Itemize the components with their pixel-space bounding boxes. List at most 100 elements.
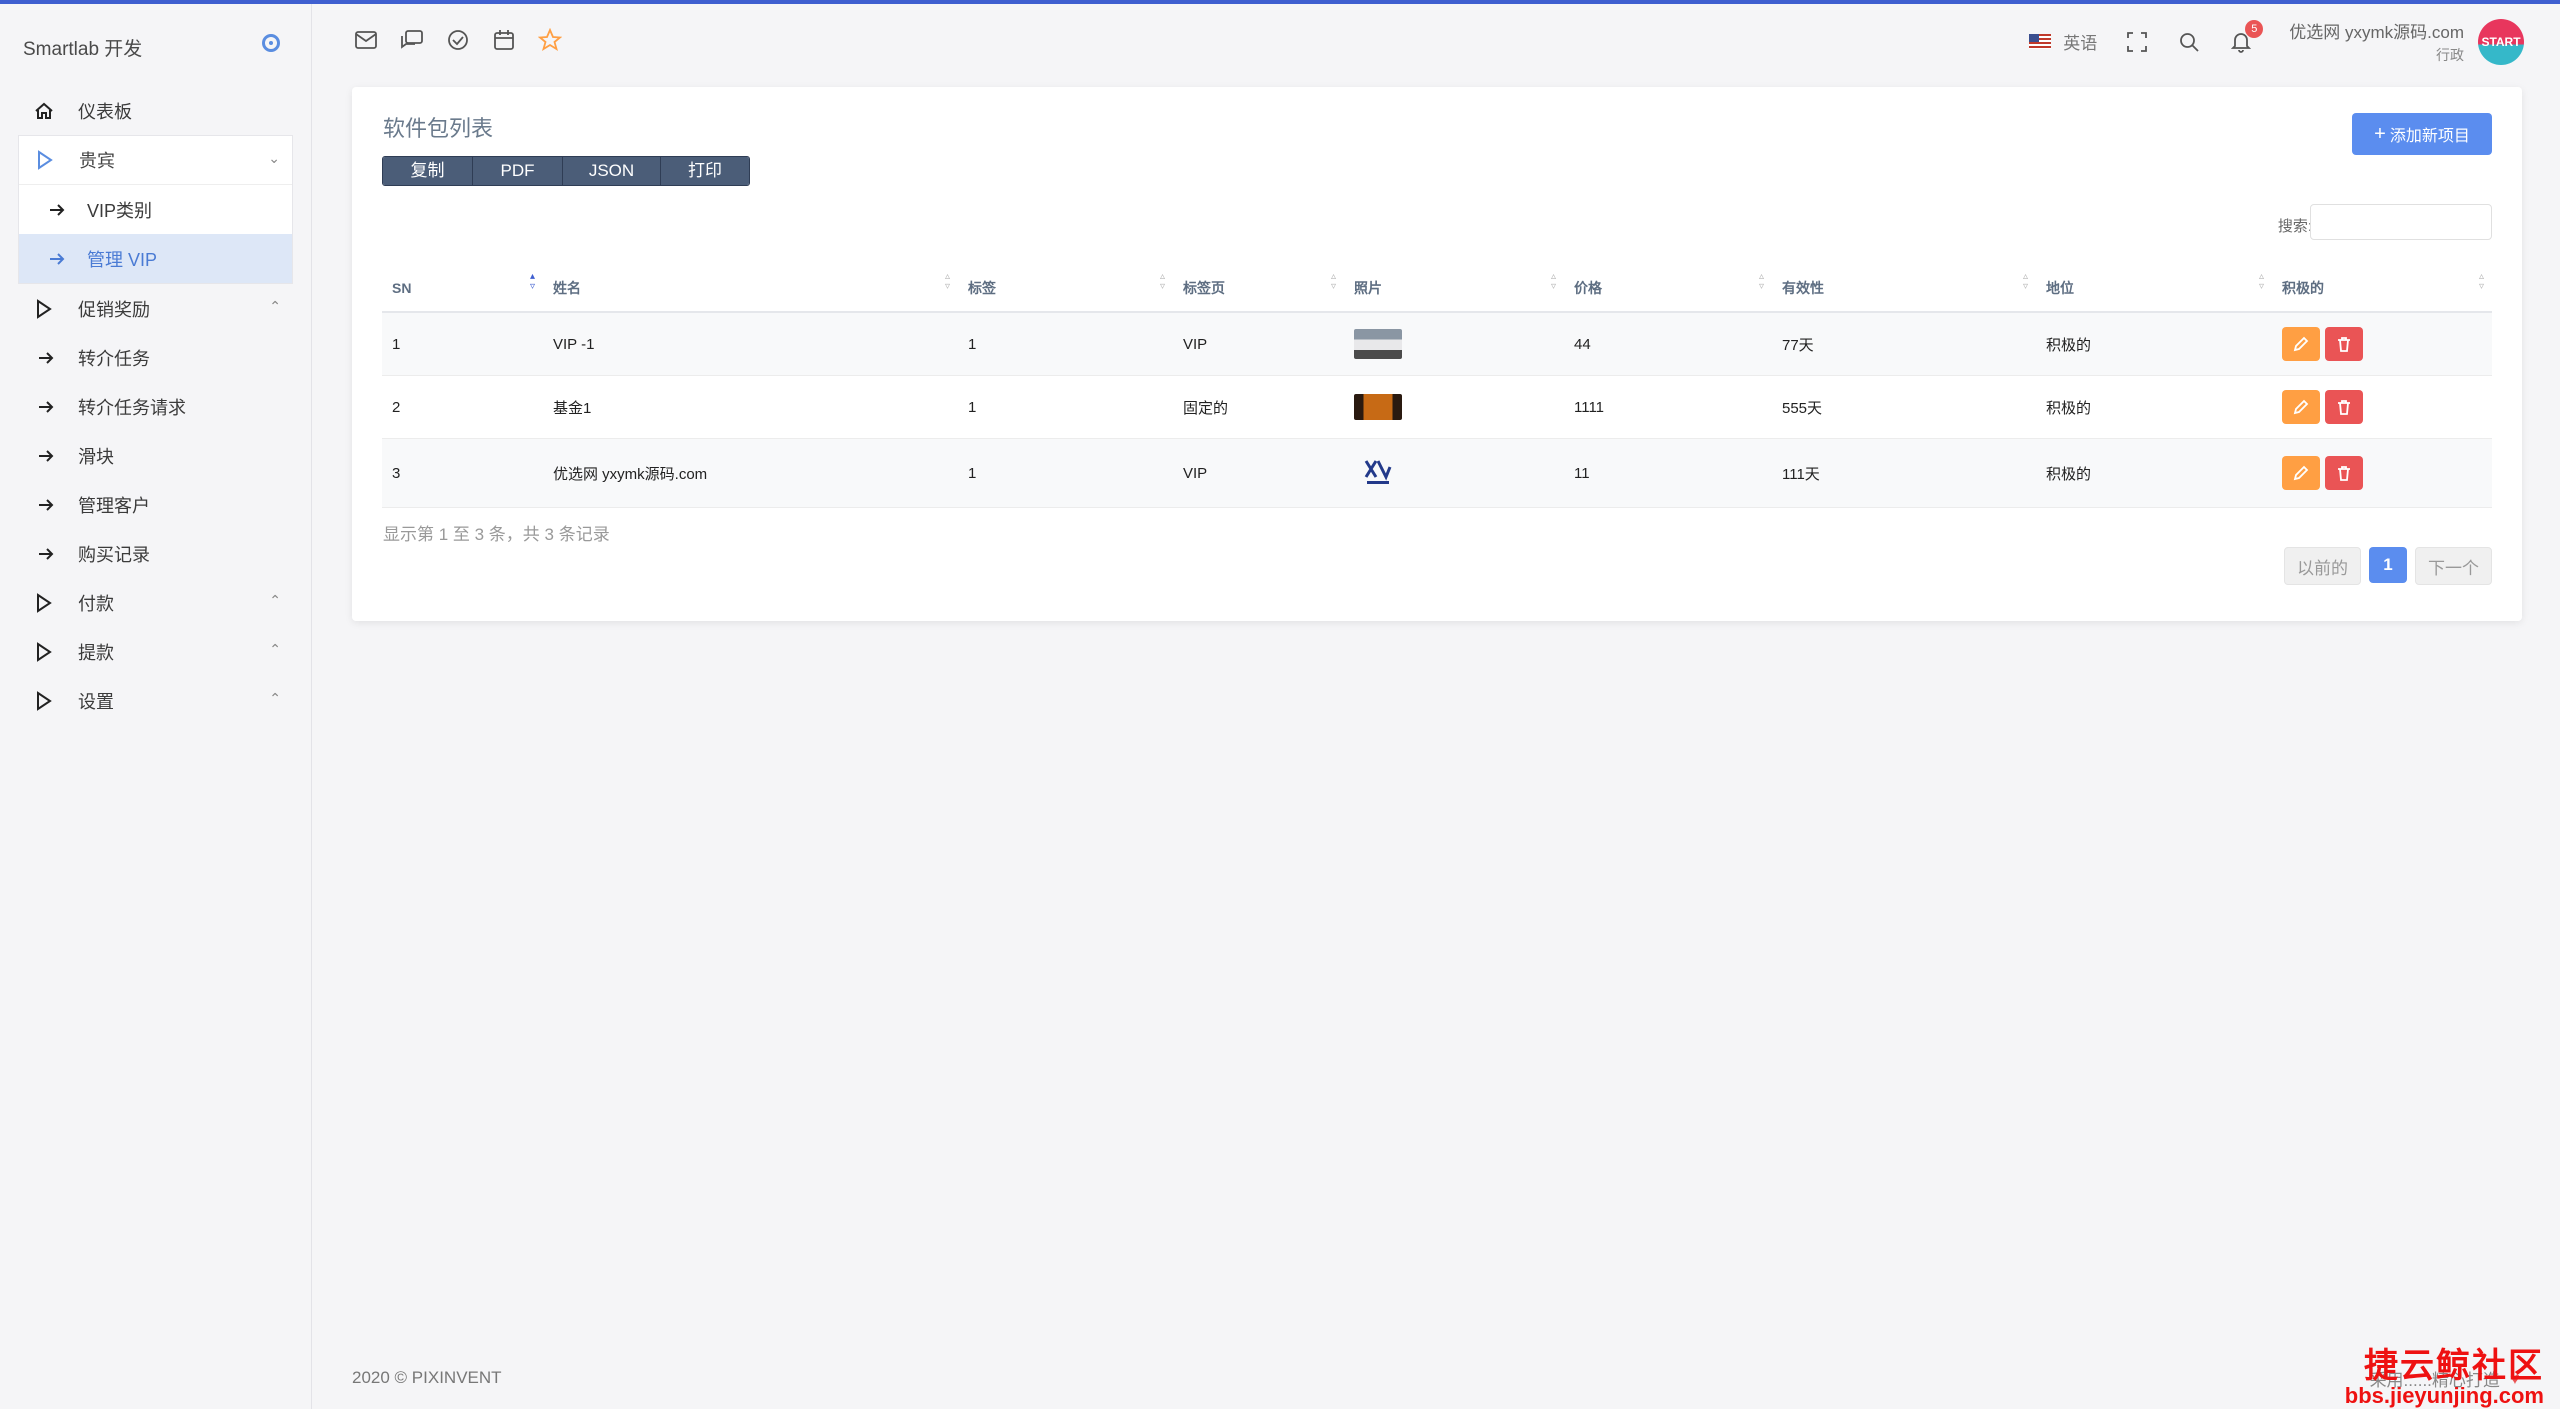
cell-tag: 1 [958,438,1173,508]
json-button[interactable]: JSON [563,157,661,185]
sidebar-item-withdrawal[interactable]: 提款 ⌃ [18,627,293,676]
arrow-right-icon [34,493,58,517]
column-header-validity[interactable]: 有效性 ▵ ▿ [1772,264,2036,313]
cell-name: VIP -1 [543,312,958,376]
user-name: 优选网 yxymk源码.com [2289,23,2464,42]
next-page-button[interactable]: 下一个 [2415,547,2492,585]
edit-button[interactable] [2282,327,2320,361]
delete-button[interactable] [2325,327,2363,361]
arrow-right-icon [34,444,58,468]
cell-price: 1111 [1564,375,1772,439]
sidebar-item-label: 购买记录 [78,544,150,565]
check-circle-icon[interactable] [444,26,472,54]
column-header-name[interactable]: 姓名 ▵ ▿ [543,264,958,313]
package-table: SN ▴ ▿ 姓名 ▵ ▿ 标签 ▵ ▿ 标签页 ▵ ▿ 照片 ▵ ▿ 价格 ▵ ▿ 有效性 ▵ ▿ 地位 ▵… [382,264,2492,508]
print-button[interactable]: 打印 [661,157,749,185]
copy-button[interactable]: 复制 [383,157,473,185]
header-shortcuts [352,26,564,54]
edit-button[interactable] [2282,456,2320,490]
cell-photo [1344,438,1564,508]
fullscreen-icon[interactable] [2123,28,2151,56]
search-label: 搜索: [2277,218,2312,235]
cell-status: 积极的 [2036,375,2272,439]
sidebar-item-slider[interactable]: 滑块 [18,431,293,480]
sidebar-item-vip[interactable]: 贵宾 ⌄ [19,136,292,184]
user-role: 行政 [2436,47,2464,63]
header-right: 英语 5 优选网 yxymk源码.com 行政 START [2029,18,2524,65]
cell-tag: 1 [958,312,1173,376]
sidebar-item-promotion[interactable]: 促销奖励 ⌃ [18,284,293,333]
column-header-price[interactable]: 价格 ▵ ▿ [1564,264,1772,313]
sidebar-item-referral-request[interactable]: 转介任务请求 [18,382,293,431]
language-label: 英语 [2063,34,2098,53]
arrow-right-icon [45,247,69,271]
sort-icon: ▵ ▿ [1758,271,1764,292]
page-button-current[interactable]: 1 [2369,547,2407,583]
table-row: 2 基金1 1 固定的 1111 555天 积极的 [382,375,2492,439]
sidebar-item-label: 转介任务 [78,348,150,369]
column-header-tab[interactable]: 标签页 ▵ ▿ [1173,264,1344,313]
column-header-active[interactable]: 积极的 ▵ ▿ [2272,264,2492,313]
cell-name: 基金1 [543,375,958,439]
sidebar-item-purchase-records[interactable]: 购买记录 [18,529,293,578]
car-thumbnail-image [1354,394,1402,420]
search-input[interactable] [2310,204,2492,240]
sidebar-item-label: 贵宾 [79,151,115,171]
sort-icon: ▵ ▿ [1330,271,1336,292]
cell-price: 11 [1564,438,1772,508]
pagination: 以前的 1 下一个 [2284,547,2492,585]
cell-tab: 固定的 [1173,375,1344,439]
cell-tab: VIP [1173,438,1344,508]
arrow-right-icon [45,198,69,222]
sidebar-toggle-icon[interactable] [262,34,280,52]
cell-tag: 1 [958,375,1173,439]
sidebar-item-label: 转介任务请求 [78,397,186,418]
column-header-tag[interactable]: 标签 ▵ ▿ [958,264,1173,313]
play-icon [32,640,56,664]
mail-icon[interactable] [352,26,380,54]
calendar-icon[interactable] [490,26,518,54]
pdf-button[interactable]: PDF [473,157,563,185]
delete-button[interactable] [2325,456,2363,490]
sidebar-item-payment[interactable]: 付款 ⌃ [18,578,293,627]
previous-page-button[interactable]: 以前的 [2284,547,2361,585]
add-new-item-button[interactable]: + 添加新项目 [2352,113,2492,155]
sidebar-item-vip-category[interactable]: VIP类别 [19,184,292,234]
chevron-down-icon: ⌄ [268,150,280,166]
sidebar-item-manage-customers[interactable]: 管理客户 [18,480,293,529]
user-info[interactable]: 优选网 yxymk源码.com 行政 [2289,18,2464,65]
column-header-sn[interactable]: SN ▴ ▿ [382,264,543,313]
language-selector[interactable]: 英语 [2029,29,2097,54]
sidebar-item-label: 管理 VIP [87,249,158,270]
cell-name: 优选网 yxymk源码.com [543,438,958,508]
sidebar-item-referral-task[interactable]: 转介任务 [18,333,293,382]
edit-button[interactable] [2282,390,2320,424]
sidebar-item-dashboard[interactable]: 仪表板 [18,86,293,135]
bell-icon[interactable]: 5 [2227,19,2264,56]
sidebar-nav: 仪表板 贵宾 ⌄ VIP类别 管理 VIP 促销奖励 ⌃ 转介任务 转介任务请求… [18,86,293,725]
sidebar-item-settings[interactable]: 设置 ⌃ [18,676,293,725]
search-icon[interactable] [2175,28,2203,56]
brand-name[interactable]: Smartlab 开发 [23,34,142,61]
avatar[interactable]: START [2478,18,2524,65]
cell-photo [1344,375,1564,439]
table-header-row: SN ▴ ▿ 姓名 ▵ ▿ 标签 ▵ ▿ 标签页 ▵ ▿ 照片 ▵ ▿ 价格 ▵ ▿ 有效性 ▵ ▿ 地位 ▵… [382,264,2492,313]
sidebar-item-label: 管理客户 [78,495,150,516]
table-info: 显示第 1 至 3 条，共 3 条记录 [383,525,610,544]
column-header-status[interactable]: 地位 ▵ ▿ [2036,264,2272,313]
column-header-photo[interactable]: 照片 ▵ ▿ [1344,264,1564,313]
sidebar-item-label: 提款 [78,642,114,663]
play-icon [32,689,56,713]
sidebar-item-manage-vip[interactable]: 管理 VIP [19,234,292,283]
chevron-up-icon: ⌃ [269,592,281,608]
star-icon[interactable] [536,26,564,54]
table-row: 3 优选网 yxymk源码.com 1 VIP 11 111天 积极的 [382,438,2492,508]
sidebar-group-vip: 贵宾 ⌄ VIP类别 管理 VIP [18,135,293,284]
chat-icon[interactable] [398,26,426,54]
cell-photo [1344,312,1564,376]
delete-button[interactable] [2325,390,2363,424]
play-icon [33,148,57,172]
sidebar-item-label: 仪表板 [78,101,132,122]
cell-status: 积极的 [2036,438,2272,508]
sort-icon: ▵ ▿ [1550,271,1556,292]
